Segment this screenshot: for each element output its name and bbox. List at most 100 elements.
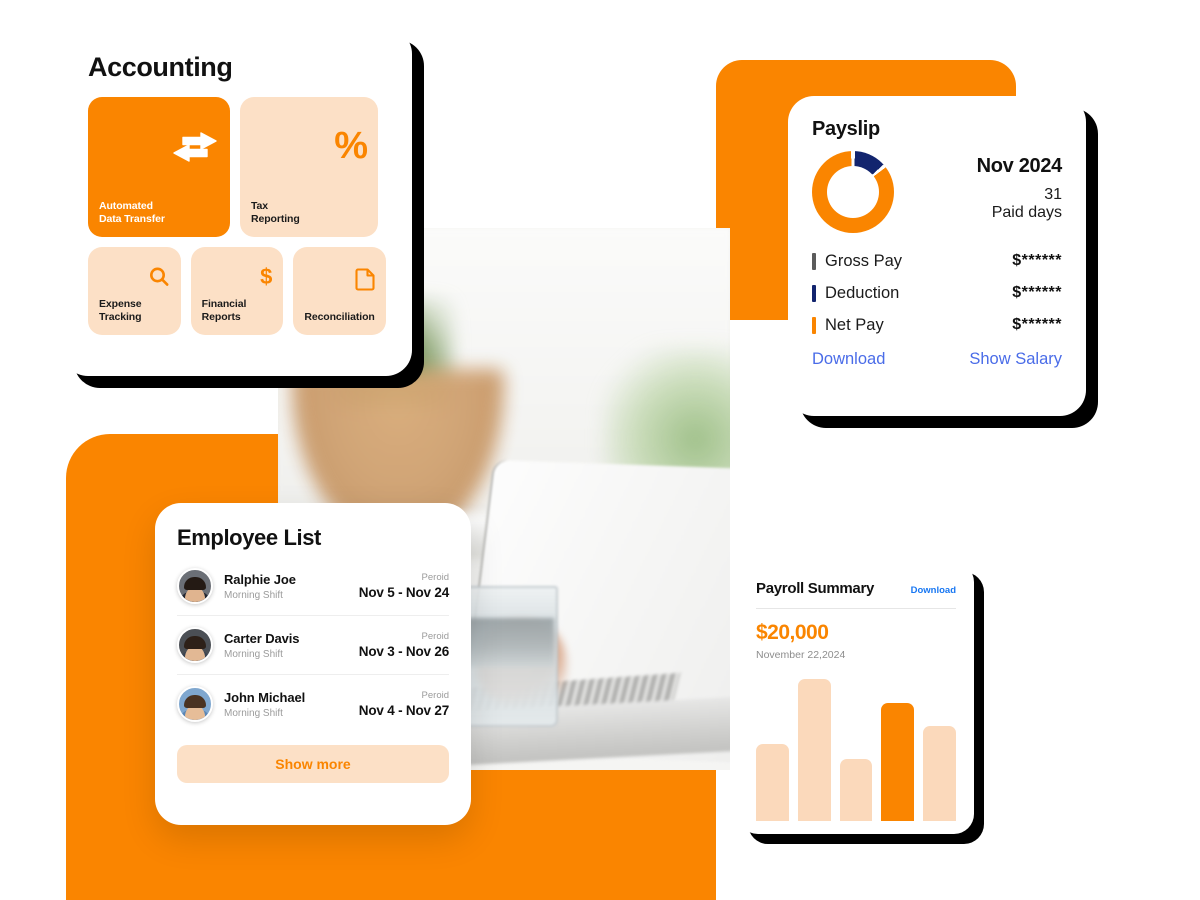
employee-period-label: Peroid bbox=[421, 572, 449, 583]
tile-icon-slot: $ bbox=[202, 257, 273, 298]
employee-period-value: Nov 3 - Nov 26 bbox=[358, 644, 449, 659]
tile-tax-reporting[interactable]: % Tax Reporting bbox=[240, 97, 378, 237]
payroll-bar bbox=[839, 758, 873, 821]
payslip-show-salary-link[interactable]: Show Salary bbox=[969, 350, 1062, 369]
donut-ring bbox=[812, 151, 894, 233]
employee-period-label: Peroid bbox=[421, 631, 449, 642]
payroll-summary-title: Payroll Summary bbox=[756, 580, 875, 597]
swatch-net-pay-icon bbox=[812, 316, 816, 334]
payslip-row-value: $****** bbox=[1012, 252, 1062, 269]
payslip-row-left: Net Pay bbox=[812, 316, 884, 335]
payroll-summary-card: Payroll Summary Download $20,000 Novembe… bbox=[738, 562, 974, 834]
accounting-tiles-top-row: Automated Data Transfer % Tax Reporting bbox=[88, 97, 386, 237]
accounting-title: Accounting bbox=[88, 52, 233, 82]
tile-label-line2: Reports bbox=[201, 311, 241, 324]
tile-icon-slot bbox=[99, 107, 219, 186]
tile-label-line1: Financial bbox=[201, 297, 247, 310]
employee-period: Peroid Nov 5 - Nov 24 bbox=[359, 572, 449, 600]
avatar bbox=[177, 627, 213, 663]
payslip-row-name: Deduction bbox=[825, 283, 900, 302]
document-icon bbox=[355, 268, 375, 291]
employee-name: Ralphie Joe bbox=[224, 571, 296, 587]
tile-label-line1: Reconciliation bbox=[304, 311, 375, 324]
payslip-paid-days-label: Paid days bbox=[991, 204, 1062, 221]
magnifier-icon bbox=[148, 266, 170, 288]
percent-icon: % bbox=[334, 125, 368, 168]
payslip-row-left: Deduction bbox=[812, 284, 899, 303]
payroll-date: November 22,2024 bbox=[756, 649, 846, 661]
employee-name: Carter Davis bbox=[224, 630, 300, 646]
payroll-download-link[interactable]: Download bbox=[911, 585, 956, 596]
accounting-card: Accounting Automated Data Transfer % Tax… bbox=[62, 28, 412, 376]
tile-label: Expense Tracking bbox=[99, 298, 170, 325]
payroll-bar bbox=[797, 678, 831, 821]
payslip-row-value: $****** bbox=[1012, 316, 1062, 333]
employee-shift: Morning Shift bbox=[224, 589, 283, 601]
tile-label: Reconciliation bbox=[304, 311, 375, 325]
divider bbox=[756, 608, 956, 609]
payroll-amount: $20,000 bbox=[756, 621, 829, 644]
payroll-summary-header: Payroll Summary Download bbox=[756, 580, 956, 597]
payroll-bar bbox=[923, 726, 956, 821]
employee-shift: Morning Shift bbox=[224, 707, 283, 719]
tile-label: Automated Data Transfer bbox=[99, 200, 219, 227]
payslip-period: Nov 2024 bbox=[976, 155, 1063, 177]
employee-shift: Morning Shift bbox=[224, 648, 283, 660]
tile-label-line1: Expense bbox=[99, 297, 142, 310]
payslip-row-name: Gross Pay bbox=[825, 251, 903, 270]
employee-list-title: Employee List bbox=[177, 525, 321, 550]
employee-list-item[interactable]: John Michael Morning Shift Peroid Nov 4 … bbox=[177, 675, 449, 733]
employee-info: John Michael Morning Shift bbox=[224, 690, 348, 719]
tile-label-line1: Tax bbox=[251, 199, 269, 212]
employee-period-value: Nov 4 - Nov 27 bbox=[358, 703, 449, 718]
tile-icon-slot bbox=[99, 257, 170, 298]
payslip-actions: Download Show Salary bbox=[812, 350, 1062, 369]
payslip-donut-chart bbox=[812, 151, 894, 233]
tile-label: Financial Reports bbox=[202, 298, 273, 325]
exchange-arrows-icon bbox=[171, 131, 219, 162]
illustration-stage: Accounting Automated Data Transfer % Tax… bbox=[0, 0, 1200, 900]
tile-label-line2: Reporting bbox=[251, 213, 300, 226]
tile-reconciliation[interactable]: Reconciliation bbox=[293, 247, 387, 335]
payslip-row-left: Gross Pay bbox=[812, 252, 902, 271]
payroll-bar bbox=[881, 702, 915, 821]
avatar bbox=[177, 686, 213, 722]
payroll-bar-chart bbox=[756, 673, 956, 821]
accounting-tiles-bottom-row: Expense Tracking $ Financial Reports Rec… bbox=[88, 247, 387, 335]
payslip-row-name: Net Pay bbox=[825, 315, 884, 334]
avatar-hair bbox=[184, 636, 206, 650]
payslip-download-link[interactable]: Download bbox=[812, 350, 885, 369]
tile-label: Tax Reporting bbox=[251, 200, 367, 227]
payslip-row-gross-pay: Gross Pay $****** bbox=[812, 245, 1062, 277]
payslip-breakdown-list: Gross Pay $****** Deduction $****** Net … bbox=[812, 245, 1062, 341]
employee-info: Ralphie Joe Morning Shift bbox=[224, 572, 348, 601]
payslip-row-value: $****** bbox=[1012, 284, 1062, 301]
avatar-hair bbox=[184, 695, 206, 709]
payslip-row-net-pay: Net Pay $****** bbox=[812, 309, 1062, 341]
payroll-bar bbox=[756, 744, 789, 821]
payslip-summary-row: Nov 2024 31 Paid days bbox=[812, 151, 1062, 233]
payslip-row-deduction: Deduction $****** bbox=[812, 277, 1062, 309]
swatch-gross-pay-icon bbox=[812, 252, 816, 270]
tile-expense-tracking[interactable]: Expense Tracking bbox=[88, 247, 181, 335]
avatar-hair bbox=[184, 577, 206, 591]
employee-period-label: Peroid bbox=[421, 690, 449, 701]
avatar bbox=[177, 568, 213, 604]
tile-financial-reports[interactable]: $ Financial Reports bbox=[190, 247, 284, 335]
payslip-card: Payslip Nov 2024 31 Paid days Gross Pay … bbox=[788, 96, 1086, 416]
show-more-button[interactable]: Show more bbox=[177, 745, 449, 783]
employee-name: John Michael bbox=[224, 689, 306, 705]
tile-automated-data-transfer[interactable]: Automated Data Transfer bbox=[88, 97, 230, 237]
employee-info: Carter Davis Morning Shift bbox=[224, 631, 348, 660]
dollar-icon: $ bbox=[260, 264, 273, 290]
swatch-deduction-icon bbox=[812, 284, 816, 302]
employee-list-card: Employee List Ralphie Joe Morning Shift … bbox=[155, 503, 471, 825]
payslip-period-block: Nov 2024 31 Paid days bbox=[976, 151, 1063, 222]
employee-period-value: Nov 5 - Nov 24 bbox=[358, 585, 449, 600]
employee-list-item[interactable]: Ralphie Joe Morning Shift Peroid Nov 5 -… bbox=[177, 557, 449, 616]
tile-label-line1: Automated bbox=[99, 199, 153, 212]
employee-list-item[interactable]: Carter Davis Morning Shift Peroid Nov 3 … bbox=[177, 616, 449, 675]
payslip-paid-days-count: 31 bbox=[1044, 186, 1062, 203]
tile-label-line2: Tracking bbox=[99, 311, 142, 324]
tile-icon-slot bbox=[304, 257, 375, 302]
